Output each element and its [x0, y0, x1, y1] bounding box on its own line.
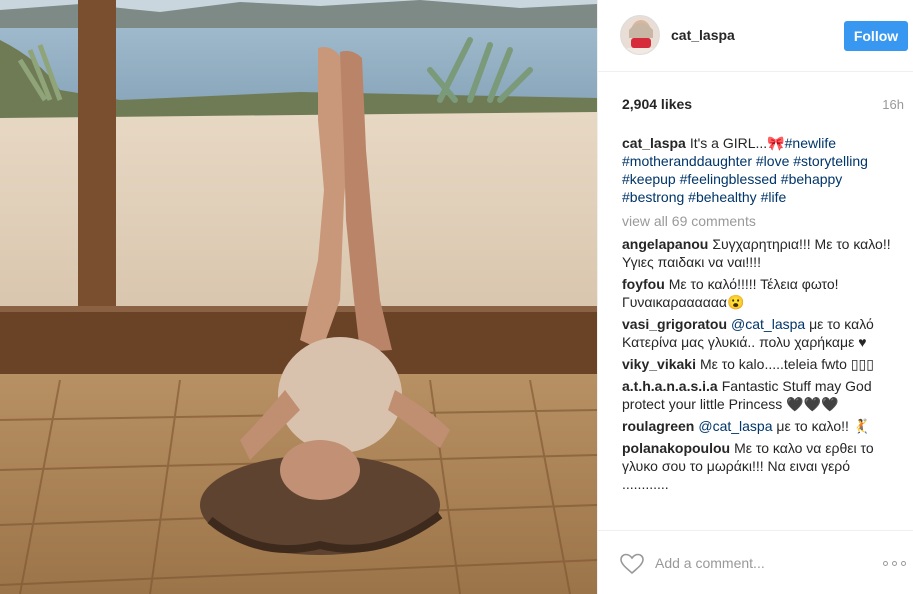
- dot: [892, 561, 897, 566]
- comment-username[interactable]: foyfou: [622, 276, 665, 292]
- comment-username[interactable]: angelapanou: [622, 236, 708, 252]
- comment-item: polanakopoulou Με το καλο να ερθει το γλυ…: [622, 439, 898, 493]
- hashtag-link[interactable]: #storytelling: [793, 153, 868, 169]
- caption: cat_laspa It's a GIRL...🎀#newlife #mother…: [622, 134, 898, 206]
- comment-mention[interactable]: @cat_laspa: [731, 316, 805, 332]
- hashtag-link[interactable]: #behappy: [781, 171, 843, 187]
- comment-item: a.t.h.a.n.a.s.i.a Fantastic Stuff may God…: [622, 377, 898, 413]
- comment-item: foyfou Με το καλό!!!!! Τέλεια φωτο! Γυναι…: [622, 275, 898, 311]
- post-timestamp[interactable]: 16h: [882, 97, 904, 112]
- comment-item: vasi_grigoratou @cat_laspa με το καλό Κατ…: [622, 315, 898, 351]
- hashtag-link[interactable]: #newlife: [785, 135, 836, 151]
- hashtag-link[interactable]: #keepup: [622, 171, 676, 187]
- comment-username[interactable]: vasi_grigoratou: [622, 316, 727, 332]
- more-options-icon[interactable]: [883, 561, 906, 566]
- post-author-username[interactable]: cat_laspa: [671, 27, 735, 43]
- post-footer: Add a comment...: [598, 530, 913, 594]
- post-header: cat_laspa Follow: [598, 0, 913, 72]
- avatar[interactable]: [620, 15, 660, 55]
- caption-text: It's a GIRL...🎀: [689, 135, 785, 151]
- hashtag-link[interactable]: #behealthy: [688, 189, 757, 205]
- follow-button[interactable]: Follow: [844, 21, 908, 51]
- dot: [883, 561, 888, 566]
- comment-username[interactable]: a.t.h.a.n.a.s.i.a: [622, 378, 718, 394]
- hashtag-link[interactable]: #life: [761, 189, 787, 205]
- comment-item: roulagreen @cat_laspa με το καλο!! 🤾: [622, 417, 898, 435]
- dot: [901, 561, 906, 566]
- post-photo[interactable]: [0, 0, 597, 594]
- comment-username[interactable]: polanakopoulou: [622, 440, 730, 456]
- hashtag-link[interactable]: #bestrong: [622, 189, 684, 205]
- comments-list: cat_laspa It's a GIRL...🎀#newlife #mother…: [622, 134, 898, 530]
- comment-username[interactable]: roulagreen: [622, 418, 694, 434]
- instagram-post: cat_laspa Follow 2,904 likes 16h cat_las…: [0, 0, 913, 594]
- caption-username[interactable]: cat_laspa: [622, 135, 686, 151]
- comment-username[interactable]: viky_vikaki: [622, 356, 696, 372]
- add-comment-input[interactable]: Add a comment...: [655, 555, 765, 571]
- comment-mention[interactable]: @cat_laspa: [698, 418, 772, 434]
- hashtag-link[interactable]: #feelingblessed: [680, 171, 777, 187]
- likes-count[interactable]: 2,904 likes: [622, 96, 692, 112]
- comment-item: viky_vikaki Με το kalo.....teleia fwto ▯▯…: [622, 355, 898, 373]
- view-all-comments-link[interactable]: view all 69 comments: [622, 212, 898, 230]
- comment-item: angelapanou Συγχαρητηρια!!! Με το καλο!! …: [622, 235, 898, 271]
- avatar-image: [621, 16, 659, 54]
- post-sidebar: cat_laspa Follow 2,904 likes 16h cat_las…: [597, 0, 913, 594]
- comment-text: με το καλο!! 🤾: [776, 418, 871, 434]
- hashtag-link[interactable]: #motheranddaughter: [622, 153, 752, 169]
- photo-illustration: [0, 0, 597, 594]
- comment-text: Με το kalo.....teleia fwto ▯▯▯: [699, 356, 874, 372]
- heart-outline-icon[interactable]: [620, 553, 644, 575]
- hashtag-link[interactable]: #love: [756, 153, 789, 169]
